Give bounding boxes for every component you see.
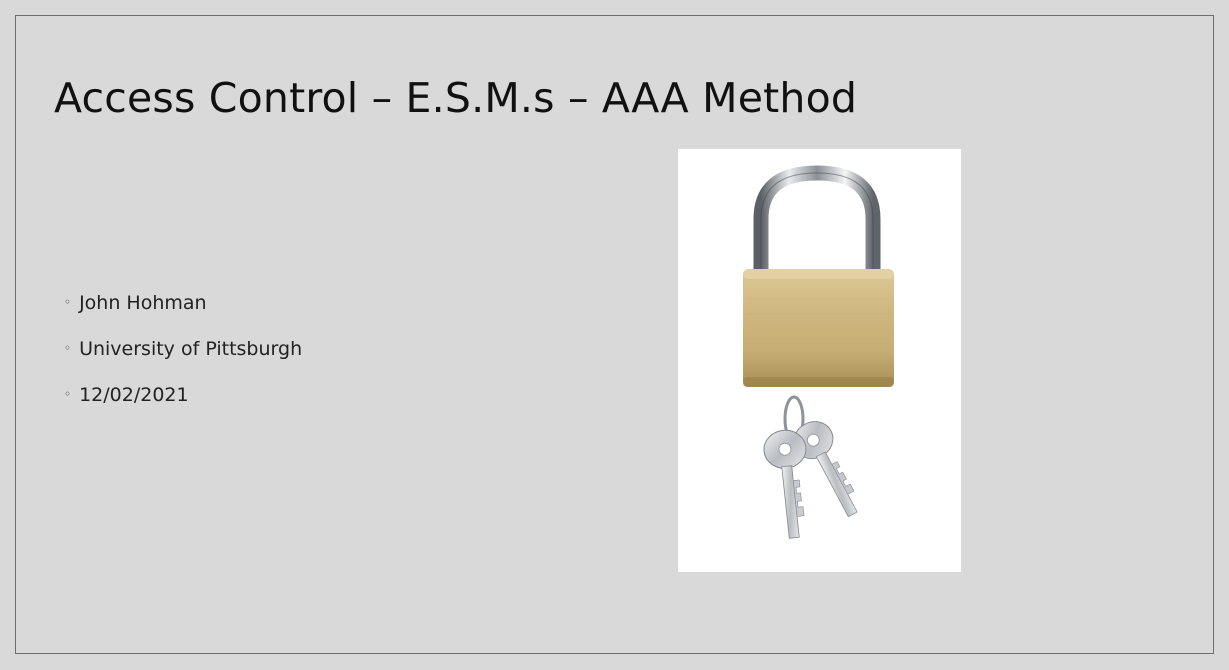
bullet-item[interactable]: ◦ University of Pittsburgh (64, 326, 302, 372)
bullet-marker-icon: ◦ (64, 341, 72, 355)
bullet-marker-icon: ◦ (64, 295, 72, 309)
bullet-item[interactable]: ◦ 12/02/2021 (64, 372, 302, 418)
padlock-icon (743, 165, 894, 539)
bullet-text[interactable]: University of Pittsburgh (79, 338, 302, 360)
padlock-with-keys-picture[interactable] (678, 149, 961, 572)
slide: Access Control – E.S.M.s – AAA Method ◦ … (0, 0, 1229, 670)
bullet-text[interactable]: John Hohman (79, 292, 207, 314)
bullet-item[interactable]: ◦ John Hohman (64, 280, 302, 326)
slide-title[interactable]: Access Control – E.S.M.s – AAA Method (54, 74, 857, 123)
bullet-text[interactable]: 12/02/2021 (79, 384, 189, 406)
bullet-list[interactable]: ◦ John Hohman ◦ University of Pittsburgh… (64, 280, 302, 418)
bullet-marker-icon: ◦ (64, 387, 72, 401)
